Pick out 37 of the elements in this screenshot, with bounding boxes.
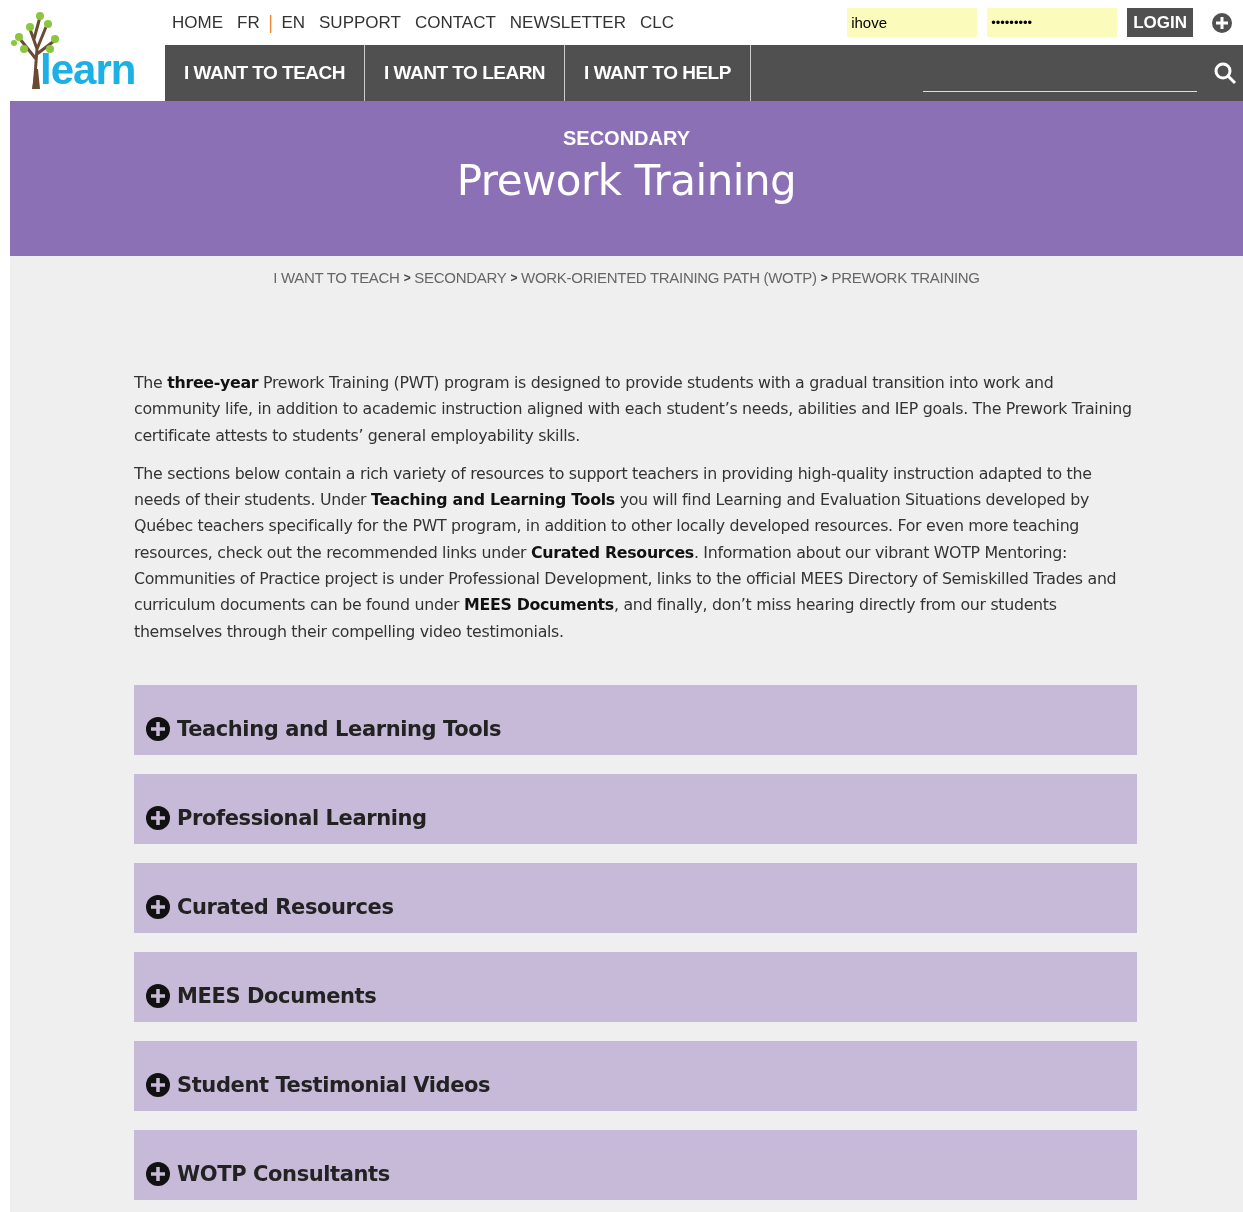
breadcrumb-link[interactable]: PREWORK TRAINING xyxy=(831,269,980,286)
breadcrumb-link[interactable]: WORK-ORIENTED TRAINING PATH (WOTP) xyxy=(521,269,817,286)
plus-icon xyxy=(146,894,170,919)
page-title: Prework Training xyxy=(456,156,797,205)
nav-link[interactable]: HOME xyxy=(172,12,223,33)
separator: | xyxy=(267,12,274,33)
section-label: SECONDARY xyxy=(562,127,691,150)
plus-icon xyxy=(146,983,170,1008)
breadcrumb-link[interactable]: SECONDARY xyxy=(414,269,507,286)
add-icon[interactable] xyxy=(1211,11,1233,34)
breadcrumb-separator: > xyxy=(820,270,828,285)
accordion-header[interactable]: Professional Learning xyxy=(134,773,1137,844)
breadcrumb-link[interactable]: I WANT TO TEACH xyxy=(273,269,400,286)
search-icon[interactable] xyxy=(1213,61,1237,85)
accordion-header[interactable]: MEES Documents xyxy=(134,951,1137,1022)
breadcrumb-separator: > xyxy=(403,270,411,285)
accordion-header[interactable]: Teaching and Learning Tools xyxy=(134,684,1137,755)
nav-link[interactable]: SUPPORT xyxy=(319,12,401,33)
username-field[interactable]: ihove xyxy=(847,8,978,37)
accordion-header[interactable]: Curated Resources xyxy=(134,862,1137,933)
accordion-header[interactable]: WOTP Consultants xyxy=(134,1129,1137,1200)
nav-link[interactable]: CONTACT xyxy=(414,12,496,33)
paragraph: The three-year Prework Training (PWT) program is designed to provide students with a gradual transition into work and community life, in addition to academic instruction aligned with each student’s needs, abilities and IEP goals. The Prework Training certificate attests to students’ general employability skills. xyxy=(134,372,1133,447)
password-field[interactable]: ••••••••• xyxy=(987,8,1118,37)
breadcrumb-separator: > xyxy=(510,270,518,285)
nav-link[interactable]: FR xyxy=(237,12,260,33)
login-button[interactable]: LOGIN xyxy=(1127,8,1193,37)
plus-icon xyxy=(146,716,170,741)
paragraph: The sections below contain a rich variety of resources to support teachers in providing high-quality instruction adapted to the needs of their students. Under Teaching and Learning Tools you will find Learning and Evaluation Situations developed by Québec teachers specifically for the PWT program, in addition to other locally developed resources. For even more teaching resources, check out the recommended links under Curated Resources. Information about our vibrant WOTP Mentoring: Communities of Practice project is under Professional Development, links to the official MEES Directory of Semiskilled Trades and curriculum documents can be found under MEES Documents, and finally, don’t miss hearing directly from our students themselves through their compelling video testimonials. xyxy=(134,462,1118,643)
accordion-header[interactable]: Student Testimonial Videos xyxy=(134,1040,1137,1111)
plus-icon xyxy=(146,1072,170,1097)
plus-icon xyxy=(146,1161,170,1186)
nav-link[interactable]: NEWSLETTER xyxy=(509,12,626,33)
nav-link[interactable]: EN xyxy=(281,12,306,33)
plus-icon xyxy=(146,805,170,830)
logo-text: learn xyxy=(40,49,136,91)
nav-link[interactable]: CLC xyxy=(640,12,674,33)
